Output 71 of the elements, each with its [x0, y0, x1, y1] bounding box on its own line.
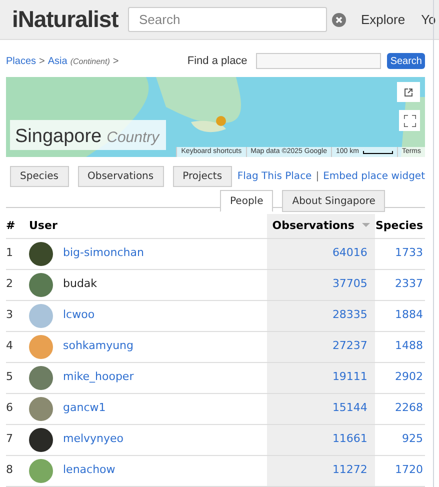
place-name: Singapore [15, 125, 102, 149]
observations-count[interactable]: 27237 [267, 331, 376, 362]
external-link-icon [404, 88, 413, 96]
tab[interactable]: Projects [172, 166, 232, 187]
breadcrumb-link[interactable]: Places [6, 54, 36, 68]
breadcrumb-separator: > [112, 54, 119, 68]
rank-cell: 6 [6, 393, 29, 424]
species-count[interactable]: 925 [375, 424, 425, 455]
search-field[interactable]: Search [128, 7, 327, 32]
link-separator: | [316, 170, 320, 184]
observations-count[interactable]: 11272 [267, 455, 376, 486]
rank-cell: 2 [6, 269, 29, 300]
species-count[interactable]: 2337 [375, 269, 425, 300]
place-type-label: (Continent) [70, 56, 110, 68]
user-avatar [29, 334, 53, 358]
observations-count[interactable]: 37705 [267, 269, 376, 300]
tab[interactable]: Species [10, 166, 68, 187]
user-avatar [29, 428, 53, 452]
user-link[interactable]: big-simonchan [63, 245, 144, 262]
user-link[interactable]: lcwoo [63, 307, 95, 324]
rank-cell: 5 [6, 362, 29, 393]
species-count[interactable]: 1488 [375, 331, 425, 362]
scale-bar [362, 150, 393, 154]
column-header: User [29, 214, 268, 238]
site-logo[interactable]: iNaturalist [12, 2, 116, 37]
nav-link[interactable]: Explore [361, 10, 406, 30]
species-count[interactable]: 1884 [375, 300, 425, 331]
fullscreen-button[interactable] [399, 110, 420, 131]
tab[interactable]: Observations [78, 166, 164, 187]
species-count[interactable]: 2268 [375, 393, 425, 424]
observations-count[interactable]: 19111 [267, 362, 376, 393]
user-link[interactable]: sohkamyung [63, 338, 134, 355]
user-link[interactable]: mike_hooper [63, 369, 134, 386]
user-avatar [29, 366, 53, 390]
rank-cell: 7 [6, 424, 29, 455]
observations-count[interactable]: 15144 [267, 393, 376, 424]
place-link[interactable]: Embed place widget [323, 169, 425, 184]
user-link[interactable]: gancw1 [63, 400, 106, 417]
rank-cell: 3 [6, 300, 29, 331]
rank-cell: 1 [6, 238, 29, 269]
observations-count[interactable]: 64016 [267, 238, 376, 269]
rank-cell: 8 [6, 455, 29, 486]
species-count[interactable]: 1733 [375, 238, 425, 269]
column-header: Species [375, 214, 425, 238]
species-count[interactable]: 2902 [375, 362, 425, 393]
user-avatar [29, 396, 53, 420]
place-type: Country [106, 128, 160, 148]
column-header: # [6, 214, 29, 238]
tab[interactable]: People [220, 190, 274, 212]
user-avatar [29, 272, 53, 296]
column-header[interactable]: Observations [267, 214, 376, 238]
place-link[interactable]: Flag This Place [237, 169, 312, 184]
observations-count[interactable]: 11661 [267, 424, 376, 455]
find-place-label: Find a place [187, 54, 248, 69]
breadcrumb-link[interactable]: Asia [48, 54, 68, 68]
user-link[interactable]: lenachow [63, 462, 116, 479]
species-count[interactable]: 1720 [375, 455, 425, 486]
fullscreen-icon [404, 114, 416, 126]
user-avatar [29, 458, 53, 482]
search-button[interactable]: Search [387, 53, 425, 69]
user-avatar [29, 304, 53, 328]
user-link[interactable]: melvynyeo [63, 431, 124, 448]
clear-icon[interactable] [332, 12, 346, 26]
find-place-field[interactable] [256, 53, 382, 69]
rank-cell: 4 [6, 331, 29, 362]
tab[interactable]: About Singapore [282, 190, 386, 212]
breadcrumb-separator: > [39, 54, 45, 68]
observations-count[interactable]: 28335 [267, 300, 376, 331]
user-link[interactable]: budak [63, 276, 98, 293]
user-avatar [29, 242, 53, 266]
external-link-button[interactable] [397, 82, 420, 102]
